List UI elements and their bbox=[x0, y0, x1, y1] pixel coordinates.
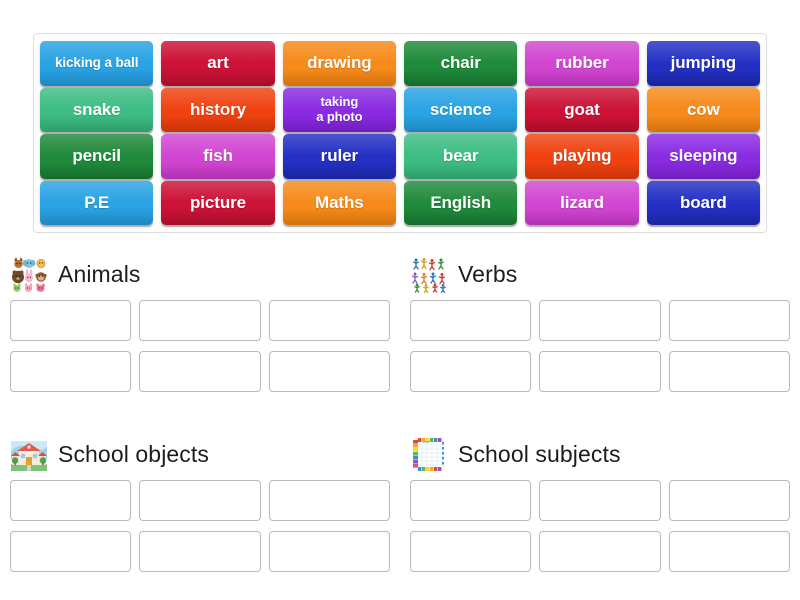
drop-zone[interactable] bbox=[10, 531, 132, 572]
word-tile[interactable]: taking a photo bbox=[282, 87, 396, 132]
dropzones-verbs bbox=[400, 300, 800, 392]
people-actions-icon bbox=[410, 255, 448, 294]
word-tile[interactable]: fish bbox=[161, 134, 275, 179]
word-tile[interactable]: bear bbox=[404, 134, 518, 179]
word-bank-grid: kicking a ball art drawing chair rubber jumpi… bbox=[40, 41, 760, 225]
category-school-objects: School objects bbox=[0, 428, 400, 572]
drop-zone[interactable] bbox=[139, 351, 261, 392]
dropzones-school-subjects bbox=[400, 480, 800, 572]
category-school-subjects: School subjects bbox=[400, 428, 800, 572]
category-header-verbs: Verbs bbox=[400, 248, 800, 300]
category-sections: Animals Verbs School objects School subj… bbox=[0, 248, 800, 572]
animals-collage-icon bbox=[10, 255, 48, 293]
word-tile[interactable]: chair bbox=[404, 41, 518, 86]
word-tile[interactable]: science bbox=[404, 87, 518, 132]
school-building-icon bbox=[10, 435, 48, 473]
word-tile[interactable]: playing bbox=[525, 134, 639, 179]
word-tile[interactable]: art bbox=[161, 41, 275, 86]
drop-zone[interactable] bbox=[139, 531, 261, 572]
word-tile[interactable]: picture bbox=[161, 180, 275, 225]
word-tile[interactable]: jumping bbox=[646, 41, 760, 86]
word-tile[interactable]: kicking a ball bbox=[40, 41, 154, 86]
category-header-school-subjects: School subjects bbox=[400, 428, 800, 480]
drop-zone[interactable] bbox=[268, 531, 390, 572]
drop-zone[interactable] bbox=[668, 351, 790, 392]
drop-zone[interactable] bbox=[410, 531, 532, 572]
word-tile[interactable]: board bbox=[646, 180, 760, 225]
word-tile[interactable]: drawing bbox=[282, 41, 396, 86]
category-title: Verbs bbox=[458, 260, 518, 287]
category-title: School subjects bbox=[458, 440, 621, 467]
drop-zone[interactable] bbox=[539, 531, 661, 572]
category-row-bottom: School objects School subjects bbox=[0, 428, 800, 572]
category-header-school-objects: School objects bbox=[0, 428, 400, 480]
drop-zone[interactable] bbox=[268, 351, 390, 392]
drop-zone[interactable] bbox=[139, 480, 261, 521]
category-header-animals: Animals bbox=[0, 248, 400, 300]
word-tile[interactable]: ruler bbox=[282, 134, 396, 179]
drop-zone[interactable] bbox=[668, 480, 790, 521]
word-bank-container: kicking a ball art drawing chair rubber jumpi… bbox=[33, 33, 767, 233]
drop-zone[interactable] bbox=[410, 480, 532, 521]
dropzones-school-objects bbox=[0, 480, 400, 572]
drop-zone[interactable] bbox=[268, 300, 390, 341]
notebook-grid-icon bbox=[410, 435, 448, 473]
drop-zone[interactable] bbox=[668, 300, 790, 341]
category-row-top: Animals Verbs bbox=[0, 248, 800, 392]
drop-zone[interactable] bbox=[268, 480, 390, 521]
category-title: School objects bbox=[58, 440, 209, 467]
word-tile[interactable]: English bbox=[404, 180, 518, 225]
drop-zone[interactable] bbox=[10, 480, 132, 521]
drop-zone[interactable] bbox=[10, 351, 132, 392]
word-tile[interactable]: goat bbox=[525, 87, 639, 132]
word-tile[interactable]: lizard bbox=[525, 180, 639, 225]
row-spacer bbox=[0, 392, 800, 428]
group-sort-activity: kicking a ball art drawing chair rubber jumpi… bbox=[0, 0, 800, 600]
word-tile[interactable]: history bbox=[161, 87, 275, 132]
dropzones-animals bbox=[0, 300, 400, 392]
drop-zone[interactable] bbox=[410, 351, 532, 392]
drop-zone[interactable] bbox=[10, 300, 132, 341]
word-tile[interactable]: cow bbox=[646, 87, 760, 132]
drop-zone[interactable] bbox=[539, 480, 661, 521]
drop-zone[interactable] bbox=[539, 351, 661, 392]
drop-zone[interactable] bbox=[410, 300, 532, 341]
word-tile[interactable]: rubber bbox=[525, 41, 639, 86]
drop-zone[interactable] bbox=[539, 300, 661, 341]
word-tile[interactable]: pencil bbox=[40, 134, 154, 179]
word-tile[interactable]: sleeping bbox=[646, 134, 760, 179]
drop-zone[interactable] bbox=[139, 300, 261, 341]
category-verbs: Verbs bbox=[400, 248, 800, 392]
category-title: Animals bbox=[58, 260, 141, 287]
word-tile[interactable]: snake bbox=[40, 87, 154, 132]
drop-zone[interactable] bbox=[668, 531, 790, 572]
category-animals: Animals bbox=[0, 248, 400, 392]
word-tile[interactable]: P.E bbox=[40, 180, 154, 225]
word-tile[interactable]: Maths bbox=[282, 180, 396, 225]
